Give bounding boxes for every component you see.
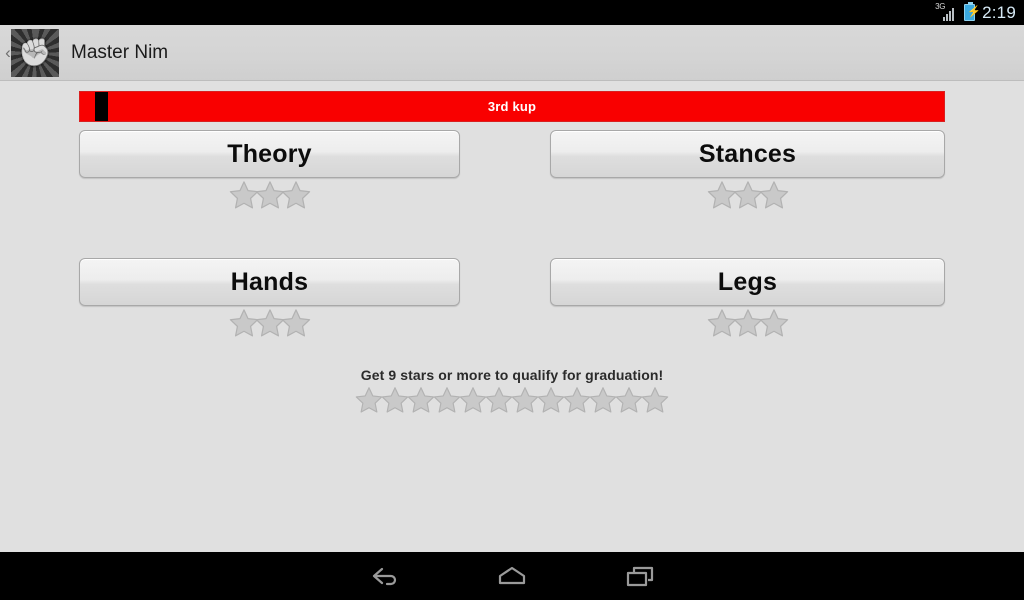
fist-app-icon[interactable]: ✊ [11, 28, 59, 77]
status-bar-clock: 2:19 [982, 3, 1016, 22]
topic-cell-theory: Theory [0, 130, 512, 210]
row-spacer [0, 210, 1024, 258]
theory-button[interactable]: Theory [79, 130, 460, 178]
device-screen: 3G ⚡ 2:19 ‹ ✊ Master Nim 3rd kup Theory … [0, 0, 1024, 600]
back-button[interactable] [320, 552, 448, 600]
hands-button[interactable]: Hands [79, 258, 460, 306]
theory-star-rating [229, 180, 311, 210]
star-empty-icon [433, 386, 461, 414]
battery-bolt-glyph: ⚡ [967, 6, 981, 18]
star-empty-icon [281, 180, 311, 210]
back-arrow-icon [367, 562, 401, 590]
star-empty-icon [641, 386, 669, 414]
legs-button[interactable]: Legs [550, 258, 945, 306]
home-icon [495, 562, 529, 590]
signal-bars-icon: 3G [935, 3, 957, 21]
stances-button[interactable]: Stances [550, 130, 945, 178]
star-empty-icon [355, 386, 383, 414]
star-empty-icon [759, 308, 789, 338]
star-empty-icon [759, 180, 789, 210]
graduation-star-rating [0, 386, 1024, 414]
graduation-hint-text: Get 9 stars or more to qualify for gradu… [360, 367, 664, 383]
stances-star-rating [707, 180, 789, 210]
star-empty-icon [537, 386, 565, 414]
status-bar-right-group: 3G ⚡ 2:19 [935, 2, 1016, 22]
star-empty-icon [589, 386, 617, 414]
star-empty-icon [485, 386, 513, 414]
rank-label: 3rd kup [487, 99, 537, 114]
app-title: Master Nim [71, 41, 169, 63]
graduation-section: Get 9 stars or more to qualify for gradu… [0, 367, 1024, 414]
star-empty-icon [281, 308, 311, 338]
star-empty-icon [563, 386, 591, 414]
system-navigation-bar [0, 552, 1024, 600]
topic-row-1: Theory Stances [0, 130, 1024, 210]
star-empty-icon [615, 386, 643, 414]
home-button[interactable] [448, 552, 576, 600]
hands-star-rating [229, 308, 311, 338]
star-empty-icon [407, 386, 435, 414]
topic-cell-hands: Hands [0, 258, 512, 338]
topic-grid: Theory Stances Hands Legs [0, 130, 1024, 338]
status-bar: 3G ⚡ 2:19 [0, 0, 1024, 25]
signal-bars [943, 7, 957, 21]
battery-charging-icon: ⚡ [964, 2, 981, 21]
star-empty-icon [511, 386, 539, 414]
recents-button[interactable] [576, 552, 704, 600]
topic-cell-legs: Legs [512, 258, 1024, 338]
star-empty-icon [459, 386, 487, 414]
topic-cell-stances: Stances [512, 130, 1024, 210]
recents-icon [623, 562, 657, 590]
rank-progress-bar: 3rd kup [79, 91, 945, 122]
legs-star-rating [707, 308, 789, 338]
action-bar: ‹ ✊ Master Nim [0, 25, 1024, 81]
topic-row-2: Hands Legs [0, 258, 1024, 338]
star-empty-icon [381, 386, 409, 414]
fist-icon-glyph: ✊ [18, 37, 52, 67]
main-content: 3rd kup Theory Stances Hands Legs Get 9 … [0, 82, 1024, 552]
